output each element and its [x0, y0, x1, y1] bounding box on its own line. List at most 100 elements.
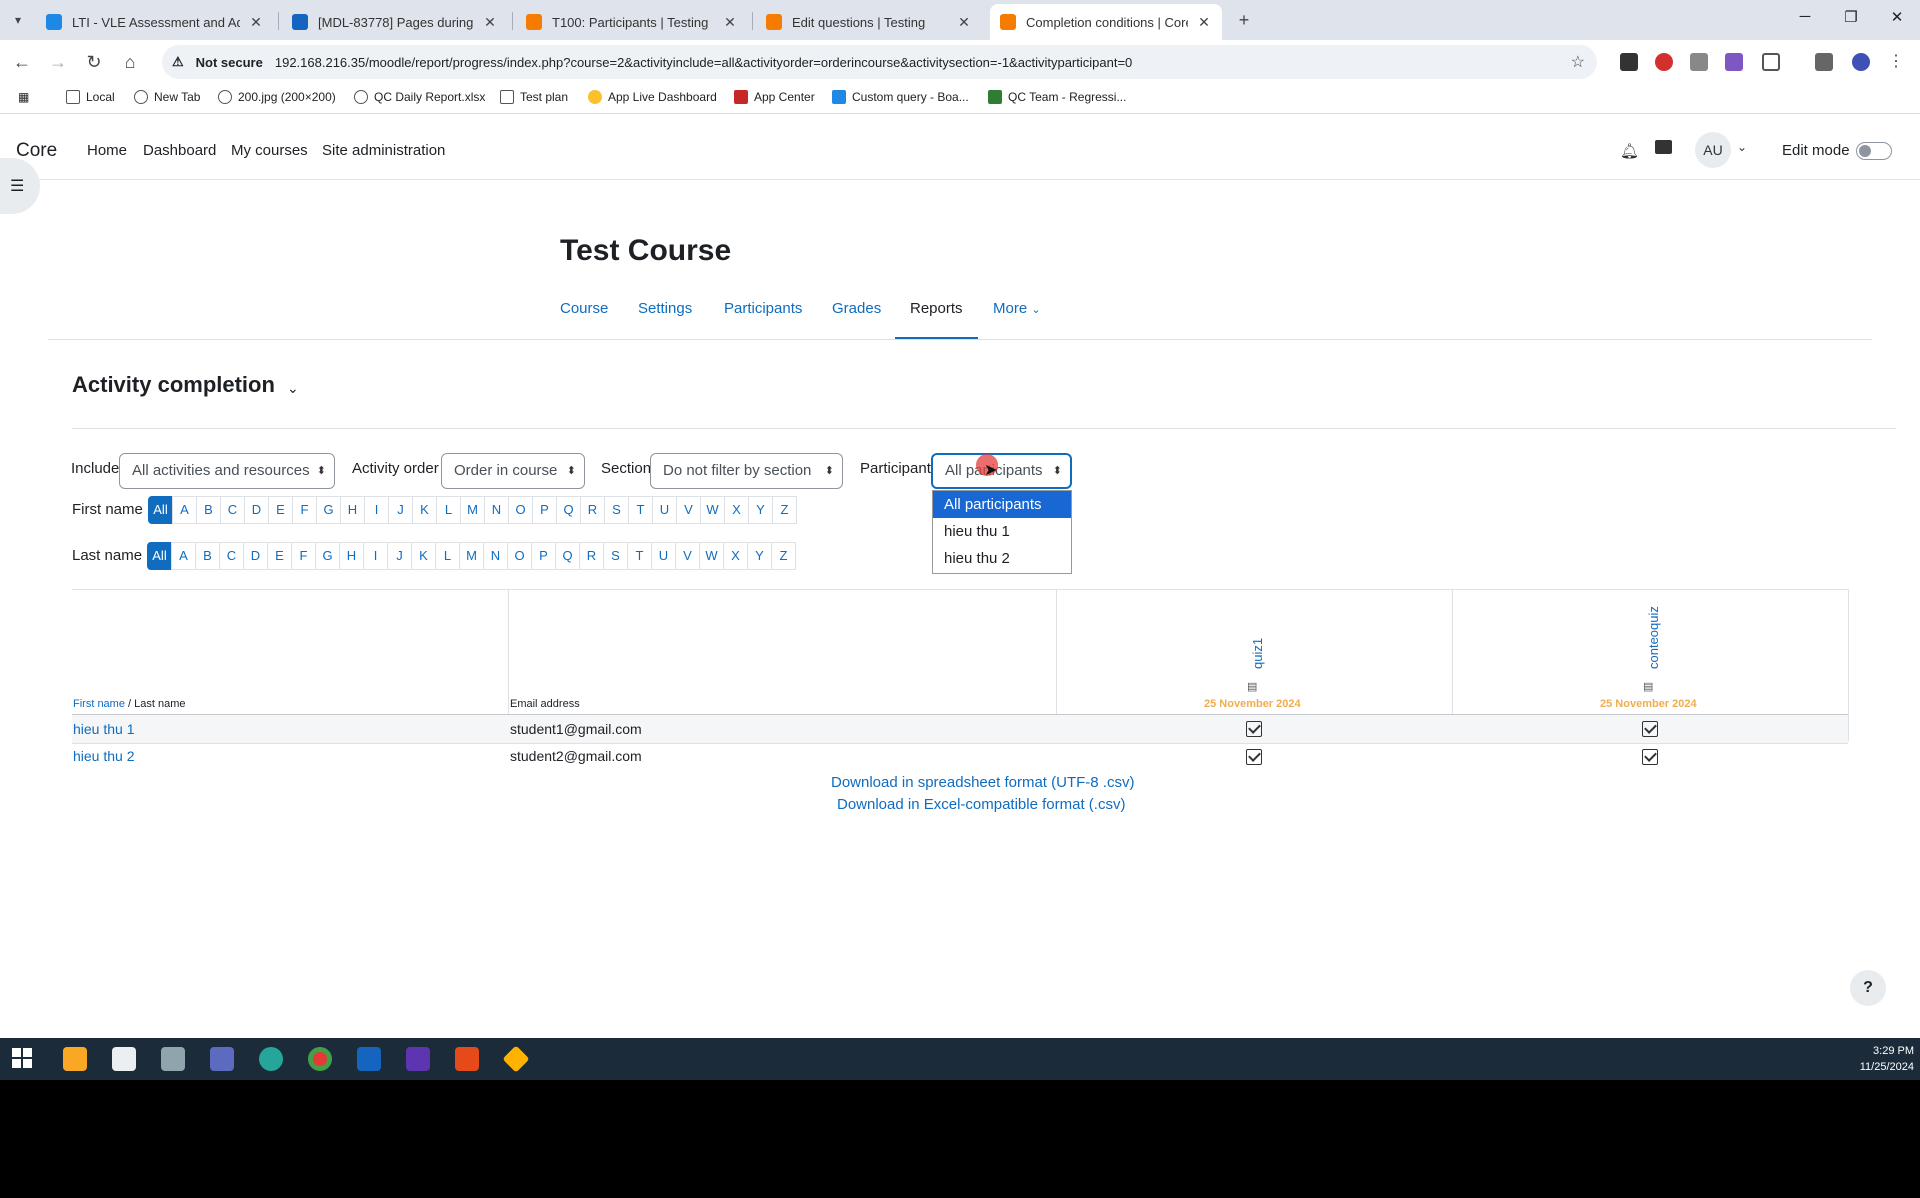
last-name-initial-b[interactable]: B — [195, 542, 220, 570]
bookmark-app-live-dashboard[interactable]: App Live Dashboard — [588, 90, 717, 104]
first-name-initial-f[interactable]: F — [292, 496, 317, 524]
last-name-initial-g[interactable]: G — [315, 542, 340, 570]
xampp-icon[interactable] — [455, 1047, 479, 1071]
help-button[interactable]: ? — [1850, 970, 1886, 1006]
tab-search-chevron-icon[interactable]: ▾ — [6, 8, 30, 32]
secnav-course[interactable]: Course — [560, 300, 608, 317]
last-name-initial-i[interactable]: I — [363, 542, 388, 570]
close-icon[interactable]: ✕ — [956, 14, 972, 31]
mail-icon[interactable] — [161, 1047, 185, 1071]
last-name-initial-y[interactable]: Y — [747, 542, 772, 570]
browser-tab-active[interactable]: Completion conditions | Core ✕ — [990, 4, 1222, 40]
last-name-initial-a[interactable]: A — [171, 542, 196, 570]
first-name-initial-n[interactable]: N — [484, 496, 509, 524]
bookmark-qc-daily-report[interactable]: QC Daily Report.xlsx — [354, 90, 485, 104]
include-select[interactable]: All activities and resources ⬍ — [119, 453, 335, 489]
teams-icon[interactable] — [406, 1047, 430, 1071]
participant-link[interactable]: hieu thu 1 — [73, 721, 135, 737]
first-name-initial-i[interactable]: I — [364, 496, 389, 524]
first-name-initial-d[interactable]: D — [244, 496, 269, 524]
apps-grid-icon[interactable]: ▦ — [18, 90, 29, 104]
secnav-settings[interactable]: Settings — [638, 300, 692, 317]
star-icon[interactable]: ☆ — [1571, 52, 1585, 72]
participant-option[interactable]: hieu thu 1 — [933, 518, 1071, 545]
back-icon[interactable]: ← — [10, 50, 34, 74]
edit-mode-toggle[interactable] — [1856, 142, 1892, 160]
address-bar[interactable]: ⚠ Not secure 192.168.216.35/moodle/repor… — [162, 45, 1597, 79]
extension-icon[interactable] — [1725, 53, 1743, 71]
last-name-initial-h[interactable]: H — [339, 542, 364, 570]
site-brand[interactable]: Core — [16, 140, 57, 162]
last-name-initial-all[interactable]: All — [147, 542, 172, 570]
first-name-initial-u[interactable]: U — [652, 496, 677, 524]
activity-link-quiz1[interactable]: quiz1 — [1250, 638, 1265, 669]
sort-first-name-link[interactable]: First name — [73, 698, 125, 710]
last-name-initial-t[interactable]: T — [627, 542, 652, 570]
last-name-initial-l[interactable]: L — [435, 542, 460, 570]
extension-icon[interactable] — [1620, 53, 1638, 71]
warning-icon[interactable]: ⚠ — [172, 54, 184, 70]
first-name-initial-m[interactable]: M — [460, 496, 485, 524]
participant-select[interactable]: All participants ⬍ — [931, 453, 1072, 489]
forward-icon[interactable]: → — [46, 50, 70, 74]
participant-option[interactable]: hieu thu 2 — [933, 545, 1071, 572]
report-title[interactable]: Activity completion — [72, 372, 275, 398]
last-name-initial-q[interactable]: Q — [555, 542, 580, 570]
restore-icon[interactable]: ❐ — [1836, 8, 1866, 26]
reload-icon[interactable]: ↻ — [82, 50, 106, 74]
last-name-initial-n[interactable]: N — [483, 542, 508, 570]
secnav-reports[interactable]: Reports — [910, 300, 963, 317]
first-name-initial-all[interactable]: All — [148, 496, 173, 524]
nav-home[interactable]: Home — [87, 142, 127, 159]
last-name-initial-u[interactable]: U — [651, 542, 676, 570]
adblock-icon[interactable] — [1655, 53, 1673, 71]
last-name-initial-c[interactable]: C — [219, 542, 244, 570]
first-name-initial-z[interactable]: Z — [772, 496, 797, 524]
home-icon[interactable]: ⌂ — [118, 50, 142, 74]
secnav-participants[interactable]: Participants — [724, 300, 802, 317]
first-name-initial-o[interactable]: O — [508, 496, 533, 524]
menu-dots-icon[interactable]: ⋮ — [1884, 50, 1908, 74]
bookmark-local[interactable]: Local — [66, 90, 115, 104]
minimize-icon[interactable]: ─ — [1790, 8, 1820, 25]
bookmark-custom-query[interactable]: Custom query - Boa... — [832, 90, 969, 104]
first-name-initial-x[interactable]: X — [724, 496, 749, 524]
first-name-initial-l[interactable]: L — [436, 496, 461, 524]
first-name-initial-q[interactable]: Q — [556, 496, 581, 524]
chat-icon[interactable] — [1655, 140, 1672, 154]
last-name-initial-s[interactable]: S — [603, 542, 628, 570]
sort-last-name-link[interactable]: Last name — [134, 698, 185, 710]
last-name-initial-m[interactable]: M — [459, 542, 484, 570]
system-clock[interactable]: 3:29 PM 11/25/2024 — [1860, 1043, 1914, 1075]
last-name-initial-f[interactable]: F — [291, 542, 316, 570]
bookmark-200jpg[interactable]: 200.jpg (200×200) — [218, 90, 336, 104]
browser-tab[interactable]: T100: Participants | Testing ✕ — [516, 4, 748, 40]
last-name-initial-e[interactable]: E — [267, 542, 292, 570]
first-name-initial-p[interactable]: P — [532, 496, 557, 524]
last-name-initial-k[interactable]: K — [411, 542, 436, 570]
nav-site-administration[interactable]: Site administration — [322, 142, 445, 159]
profile-icon[interactable] — [1852, 53, 1870, 71]
chevron-down-icon[interactable]: ⌄ — [1737, 140, 1747, 154]
last-name-initial-z[interactable]: Z — [771, 542, 796, 570]
nav-dashboard[interactable]: Dashboard — [143, 142, 216, 159]
close-window-icon[interactable]: ✕ — [1882, 8, 1912, 26]
activity-link-conteoquiz[interactable]: conteoquiz — [1646, 606, 1661, 669]
app-icon[interactable] — [210, 1047, 234, 1071]
store-icon[interactable] — [112, 1047, 136, 1071]
activity-order-select[interactable]: Order in course ⬍ — [441, 453, 585, 489]
plus-icon[interactable]: + — [1232, 8, 1256, 32]
secnav-more[interactable]: More ⌄ — [993, 300, 1041, 317]
first-name-initial-v[interactable]: V — [676, 496, 701, 524]
windows-start-icon[interactable] — [12, 1048, 32, 1068]
outlook-icon[interactable] — [357, 1047, 381, 1071]
last-name-initial-w[interactable]: W — [699, 542, 724, 570]
avatar[interactable]: AU — [1695, 132, 1731, 168]
browser-tab[interactable]: [MDL-83778] Pages during a q ✕ — [282, 4, 508, 40]
browser-tab[interactable]: LTI - VLE Assessment and Admi ✕ — [36, 4, 274, 40]
section-select[interactable]: Do not filter by section ⬍ — [650, 453, 843, 489]
close-icon[interactable]: ✕ — [722, 14, 738, 31]
close-icon[interactable]: ✕ — [248, 14, 264, 31]
last-name-initial-r[interactable]: R — [579, 542, 604, 570]
bookmark-qc-team[interactable]: QC Team - Regressi... — [988, 90, 1126, 104]
